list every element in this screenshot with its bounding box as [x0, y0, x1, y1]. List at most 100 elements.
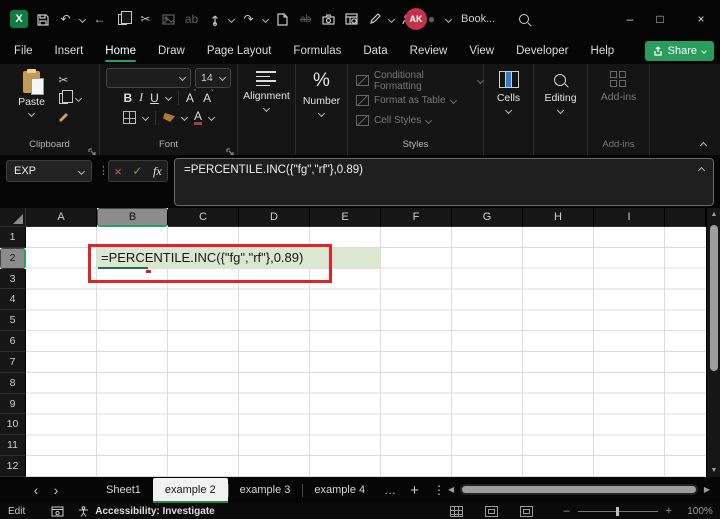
- cut-button[interactable]: ✂: [55, 72, 72, 89]
- underline-dropdown-icon[interactable]: [164, 93, 172, 102]
- bold-button[interactable]: B: [123, 91, 132, 105]
- replace-icon[interactable]: ab: [183, 11, 200, 28]
- scroll-down-icon[interactable]: ▼: [707, 467, 720, 474]
- tab-draw[interactable]: Draw: [158, 38, 185, 64]
- maximize-button[interactable]: □: [645, 0, 675, 38]
- save-icon[interactable]: [34, 11, 51, 28]
- column-header-a[interactable]: A: [26, 208, 97, 227]
- paste-button[interactable]: Paste: [18, 69, 45, 138]
- editing-dropdown-icon[interactable]: [556, 106, 565, 115]
- scroll-left-icon[interactable]: ◀: [448, 485, 454, 494]
- undo-dropdown-icon[interactable]: [78, 15, 87, 23]
- row-header-7[interactable]: 7: [0, 351, 26, 373]
- more-sheets-icon[interactable]: …: [377, 483, 403, 497]
- vertical-scrollbar[interactable]: ▲ ▼: [706, 208, 720, 477]
- draw-pen-dropdown-icon[interactable]: [387, 15, 396, 23]
- horizontal-scrollbar[interactable]: ◀ ▶: [448, 483, 710, 496]
- number-dropdown-icon[interactable]: [317, 109, 326, 118]
- clipboard-dialog-launcher[interactable]: [88, 143, 96, 156]
- horizontal-scroll-thumb[interactable]: [462, 486, 696, 493]
- zoom-slider[interactable]: [577, 506, 658, 516]
- cancel-button[interactable]: ×: [114, 164, 122, 179]
- font-color-button[interactable]: A: [193, 110, 202, 125]
- column-header-partial[interactable]: [665, 208, 706, 227]
- redo-dropdown-icon[interactable]: [261, 15, 270, 23]
- row-header-9[interactable]: 9: [0, 393, 26, 415]
- page-layout-view-icon[interactable]: [485, 505, 499, 517]
- fill-color-dropdown-icon[interactable]: [180, 113, 189, 122]
- font-size-select[interactable]: 14: [195, 67, 231, 88]
- sheet-tab-sheet1[interactable]: Sheet1: [94, 478, 153, 503]
- row-header-1[interactable]: 1: [0, 227, 26, 248]
- tab-file[interactable]: File: [14, 38, 33, 64]
- back-icon[interactable]: ←: [91, 11, 108, 28]
- macro-record-icon[interactable]: [51, 506, 64, 517]
- column-header-e[interactable]: E: [310, 208, 381, 227]
- borders-dropdown-icon[interactable]: [141, 113, 150, 122]
- conditional-formatting-button[interactable]: Conditional Formatting: [356, 70, 485, 92]
- row-header-3[interactable]: 3: [0, 268, 26, 290]
- accessibility-status[interactable]: Accessibility: Investigate: [95, 506, 215, 517]
- search-icon[interactable]: [515, 11, 532, 28]
- italic-button[interactable]: I: [139, 90, 143, 105]
- cut-icon[interactable]: ✂: [137, 11, 154, 28]
- column-header-g[interactable]: G: [452, 208, 523, 227]
- camera-icon[interactable]: [320, 11, 337, 28]
- sheet-tab-example2[interactable]: example 2: [152, 477, 228, 503]
- name-box[interactable]: EXP: [6, 160, 92, 182]
- tab-insert[interactable]: Insert: [55, 38, 84, 64]
- row-header-12[interactable]: 12: [0, 456, 26, 477]
- column-header-h[interactable]: H: [523, 208, 594, 227]
- tab-developer[interactable]: Developer: [516, 38, 568, 64]
- name-box-dropdown-icon[interactable]: [77, 167, 86, 175]
- prev-sheet-icon[interactable]: ‹: [26, 482, 46, 498]
- tab-page-layout[interactable]: Page Layout: [207, 38, 272, 64]
- alignment-dropdown-icon[interactable]: [262, 105, 271, 113]
- paste-dropdown-icon[interactable]: [27, 109, 36, 118]
- scroll-up-icon[interactable]: ▲: [707, 211, 720, 218]
- font-color-dropdown-icon[interactable]: [207, 113, 216, 122]
- redo-icon[interactable]: ↷: [240, 11, 257, 28]
- vertical-scroll-thumb[interactable]: [710, 225, 718, 371]
- select-all-corner[interactable]: [0, 208, 26, 227]
- zoom-level[interactable]: 100%: [680, 506, 720, 517]
- column-header-c[interactable]: C: [168, 208, 239, 227]
- column-header-d[interactable]: D: [239, 208, 310, 227]
- accessibility-icon[interactable]: [78, 505, 89, 517]
- formula-bar-expand-icon[interactable]: [697, 166, 706, 175]
- row-header-5[interactable]: 5: [0, 310, 26, 332]
- new-document-icon[interactable]: [274, 11, 291, 28]
- cells-dropdown-icon[interactable]: [504, 106, 513, 115]
- row-header-2[interactable]: 2: [0, 247, 26, 269]
- alignment-button[interactable]: Alignment: [243, 71, 290, 155]
- sheet-tab-example3[interactable]: example 3: [227, 478, 303, 503]
- next-sheet-icon[interactable]: ›: [46, 482, 66, 498]
- zoom-out-button[interactable]: –: [563, 505, 569, 517]
- touch-mode-icon[interactable]: [206, 11, 223, 28]
- page-break-view-icon[interactable]: [520, 505, 534, 517]
- row-header-8[interactable]: 8: [0, 372, 26, 394]
- formula-input[interactable]: =PERCENTILE.INC({"fg","rf"},0.89): [174, 158, 714, 206]
- share-button[interactable]: Share: [644, 41, 714, 61]
- tab-data[interactable]: Data: [363, 38, 387, 64]
- sheet-tab-example4[interactable]: example 4: [302, 478, 377, 503]
- copy-icon[interactable]: [114, 10, 132, 28]
- number-button[interactable]: % Number: [303, 71, 340, 155]
- row-header-11[interactable]: 11: [0, 435, 26, 457]
- row-header-6[interactable]: 6: [0, 331, 26, 352]
- font-dialog-launcher[interactable]: [226, 143, 234, 156]
- tab-review[interactable]: Review: [410, 38, 448, 64]
- excel-logo-icon[interactable]: X: [10, 10, 28, 28]
- tab-home[interactable]: Home: [105, 38, 136, 64]
- editing-button[interactable]: Editing: [544, 71, 577, 155]
- copy-dropdown-icon[interactable]: [74, 94, 82, 102]
- column-header-b[interactable]: B: [97, 208, 168, 227]
- draw-pen-icon[interactable]: [366, 11, 383, 28]
- copy-button[interactable]: [55, 89, 73, 107]
- zoom-in-button[interactable]: +: [666, 505, 672, 517]
- enter-button[interactable]: ✓: [132, 164, 142, 178]
- cell-styles-button[interactable]: Cell Styles: [356, 113, 483, 128]
- format-painter-button[interactable]: [55, 108, 72, 125]
- qat-more-icon[interactable]: [444, 15, 453, 23]
- zoom-slider-thumb[interactable]: [615, 506, 619, 516]
